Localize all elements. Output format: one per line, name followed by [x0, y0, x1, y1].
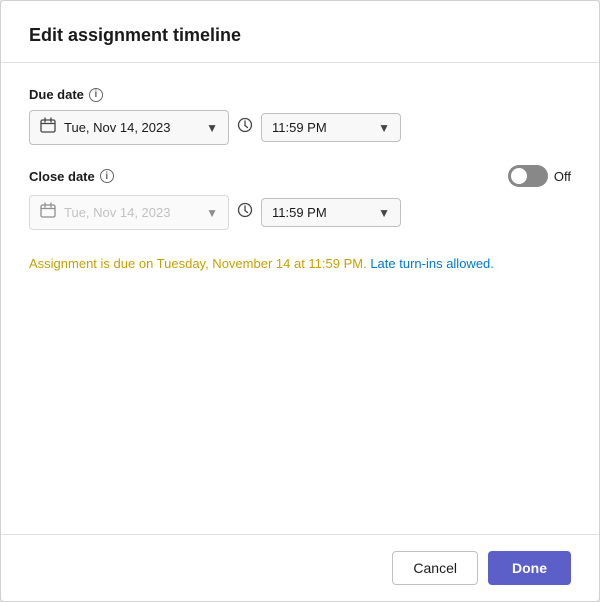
calendar-icon-due	[40, 117, 56, 138]
close-date-placeholder: Tue, Nov 14, 2023	[64, 205, 194, 220]
close-time-picker[interactable]: 11:59 PM ▼	[261, 198, 401, 227]
dialog-body: Due date i Tue, Nov 14, 2023 ▼	[1, 63, 599, 534]
close-date-section: Close date i Off	[29, 165, 571, 230]
clock-icon-due	[237, 117, 253, 138]
due-date-label: Due date i	[29, 87, 103, 102]
due-date-controls: Tue, Nov 14, 2023 ▼ 11:59 PM ▼	[29, 110, 571, 145]
toggle-thumb	[511, 168, 527, 184]
close-date-controls: Tue, Nov 14, 2023 ▼ 11:59 PM ▼	[29, 195, 571, 230]
due-date-label-row: Due date i	[29, 87, 571, 102]
summary-text: Assignment is due on Tuesday, November 1…	[29, 254, 571, 274]
calendar-icon-close	[40, 202, 56, 223]
summary-late: Late turn-ins allowed.	[367, 256, 494, 271]
due-date-picker[interactable]: Tue, Nov 14, 2023 ▼	[29, 110, 229, 145]
close-time-value: 11:59 PM	[272, 205, 366, 220]
cancel-button[interactable]: Cancel	[392, 551, 478, 585]
due-date-info-icon[interactable]: i	[89, 88, 103, 102]
close-time-chevron: ▼	[378, 206, 390, 220]
due-time-picker[interactable]: 11:59 PM ▼	[261, 113, 401, 142]
toggle-track	[508, 165, 548, 187]
close-date-label-row: Close date i Off	[29, 165, 571, 187]
due-date-value: Tue, Nov 14, 2023	[64, 120, 194, 135]
close-date-picker[interactable]: Tue, Nov 14, 2023 ▼	[29, 195, 229, 230]
due-time-value: 11:59 PM	[272, 120, 366, 135]
close-date-chevron: ▼	[206, 206, 218, 220]
close-date-toggle-container: Off	[508, 165, 571, 187]
edit-timeline-dialog: Edit assignment timeline Due date i	[0, 0, 600, 602]
dialog-title: Edit assignment timeline	[29, 25, 571, 46]
due-date-chevron: ▼	[206, 121, 218, 135]
dialog-header: Edit assignment timeline	[1, 1, 599, 63]
clock-icon-close	[237, 202, 253, 223]
summary-main: Assignment is due on Tuesday, November 1…	[29, 256, 367, 271]
due-time-chevron: ▼	[378, 121, 390, 135]
toggle-state-label: Off	[554, 169, 571, 184]
done-button[interactable]: Done	[488, 551, 571, 585]
close-date-label: Close date i	[29, 169, 114, 184]
close-date-info-icon[interactable]: i	[100, 169, 114, 183]
dialog-footer: Cancel Done	[1, 534, 599, 601]
close-date-toggle[interactable]	[508, 165, 548, 187]
due-date-section: Due date i Tue, Nov 14, 2023 ▼	[29, 87, 571, 145]
